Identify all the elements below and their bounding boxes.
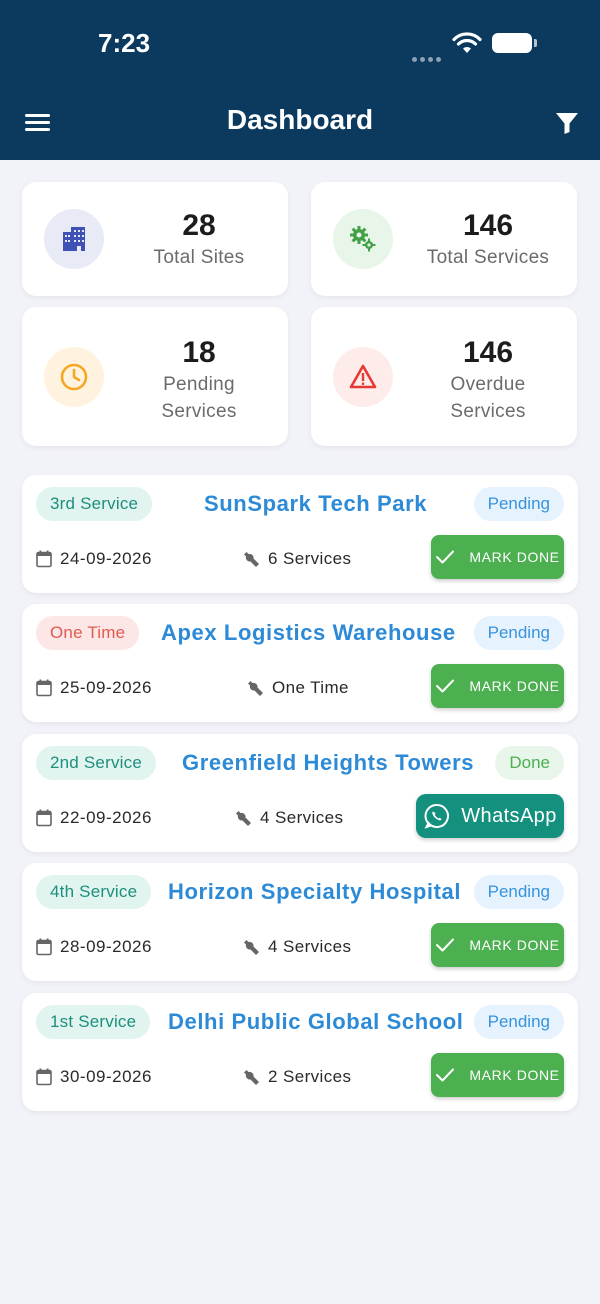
service-count-text: 2 Services (268, 1067, 352, 1086)
pending-services-value: 18 (182, 336, 216, 369)
total-services-label: Total Services (426, 247, 550, 268)
site-name[interactable]: Greenfield Heights Towers (182, 748, 474, 778)
service-number-tag: 4th Service (36, 875, 152, 909)
total-sites-value: 28 (182, 209, 216, 242)
service-card[interactable]: 4th Service Horizon Specialty Hospital P… (22, 863, 578, 981)
calendar-icon (36, 809, 52, 827)
service-date-text: 28-09-2026 (60, 937, 152, 956)
check-icon (436, 938, 455, 952)
overdue-services-value: 146 (462, 336, 514, 369)
pending-services-label-line2: Services (161, 401, 237, 422)
calendar-icon (36, 1068, 52, 1086)
overdue-services-label-line2: Services (450, 401, 526, 422)
cellular-signal-icon (412, 49, 444, 67)
mark-done-label: MARK DONE (469, 937, 560, 953)
service-count-text: 4 Services (260, 808, 344, 827)
service-count: 6 Services (242, 547, 351, 571)
service-number-tag: 3rd Service (36, 487, 153, 521)
gears-icon (333, 209, 393, 269)
service-count-text: One Time (272, 678, 349, 697)
stat-card-overdue-services[interactable]: 146 Overdue Services (311, 307, 577, 446)
mark-done-button[interactable]: MARK DONE (431, 535, 564, 579)
service-card[interactable]: 1st Service Delhi Public Global School P… (22, 993, 578, 1111)
wrench-icon (248, 681, 263, 696)
status-badge: Pending (473, 1005, 564, 1039)
service-count: 2 Services (242, 1065, 351, 1089)
check-icon (436, 1068, 455, 1082)
status-time: 7:23 (98, 28, 151, 58)
pending-services-label-line1: Pending (163, 374, 235, 395)
site-name[interactable]: Apex Logistics Warehouse (161, 618, 456, 648)
calendar-icon (36, 550, 52, 568)
mark-done-button[interactable]: MARK DONE (431, 923, 564, 967)
check-icon (436, 679, 455, 693)
page-title: Dashboard (226, 104, 374, 135)
wifi-icon (452, 32, 482, 53)
stat-card-pending-services[interactable]: 18 Pending Services (22, 307, 288, 446)
app-header: 7:23 Dashboard (0, 0, 600, 160)
wrench-icon (244, 1070, 259, 1085)
service-date-text: 22-09-2026 (60, 808, 152, 827)
total-services-value: 146 (462, 209, 514, 242)
status-badge: Pending (473, 616, 564, 650)
check-icon (436, 550, 455, 564)
status-badge: Pending (473, 487, 564, 521)
service-date-text: 30-09-2026 (60, 1067, 152, 1086)
calendar-icon (36, 679, 52, 697)
service-card[interactable]: 2nd Service Greenfield Heights Towers Do… (22, 734, 578, 852)
building-icon (44, 209, 104, 269)
service-card[interactable]: 3rd Service SunSpark Tech Park Pending 2… (22, 475, 578, 593)
wrench-icon (244, 940, 259, 955)
mark-done-label: MARK DONE (469, 1067, 560, 1083)
whatsapp-label: WhatsApp (461, 804, 557, 827)
stat-card-total-sites[interactable]: 28 Total Sites (22, 182, 288, 296)
mark-done-label: MARK DONE (469, 678, 560, 694)
service-date-text: 24-09-2026 (60, 549, 152, 568)
clock-icon (44, 347, 104, 407)
warning-icon (333, 347, 393, 407)
service-count: One Time (246, 676, 349, 700)
wrench-icon (244, 552, 259, 567)
service-count: 4 Services (242, 935, 351, 959)
service-card[interactable]: One Time Apex Logistics Warehouse Pendin… (22, 604, 578, 722)
service-number-tag: 2nd Service (36, 746, 156, 780)
site-name[interactable]: SunSpark Tech Park (204, 489, 427, 519)
status-badge: Done (495, 746, 564, 780)
service-date: 25-09-2026 (36, 676, 152, 700)
site-name[interactable]: Delhi Public Global School (168, 1007, 464, 1037)
stat-card-total-services[interactable]: 146 Total Services (311, 182, 577, 296)
battery-icon (492, 33, 537, 53)
service-number-tag: 1st Service (36, 1005, 151, 1039)
service-count-text: 6 Services (268, 549, 352, 568)
mark-done-label: MARK DONE (469, 549, 560, 565)
service-date: 28-09-2026 (36, 935, 152, 959)
service-count: 4 Services (234, 806, 343, 830)
service-date: 24-09-2026 (36, 547, 152, 571)
whatsapp-icon (424, 803, 450, 829)
status-badge: Pending (473, 875, 564, 909)
wrench-icon (236, 811, 251, 826)
site-name[interactable]: Horizon Specialty Hospital (168, 877, 461, 907)
total-sites-label: Total Sites (153, 247, 245, 268)
mark-done-button[interactable]: MARK DONE (431, 1053, 564, 1097)
service-date: 22-09-2026 (36, 806, 152, 830)
whatsapp-button[interactable]: WhatsApp (416, 794, 564, 838)
overdue-services-label-line1: Overdue (450, 374, 526, 395)
service-count-text: 4 Services (268, 937, 352, 956)
calendar-icon (36, 938, 52, 956)
filter-icon[interactable] (554, 110, 580, 136)
service-type-tag: One Time (36, 616, 140, 650)
service-date: 30-09-2026 (36, 1065, 152, 1089)
service-date-text: 25-09-2026 (60, 678, 152, 697)
mark-done-button[interactable]: MARK DONE (431, 664, 564, 708)
